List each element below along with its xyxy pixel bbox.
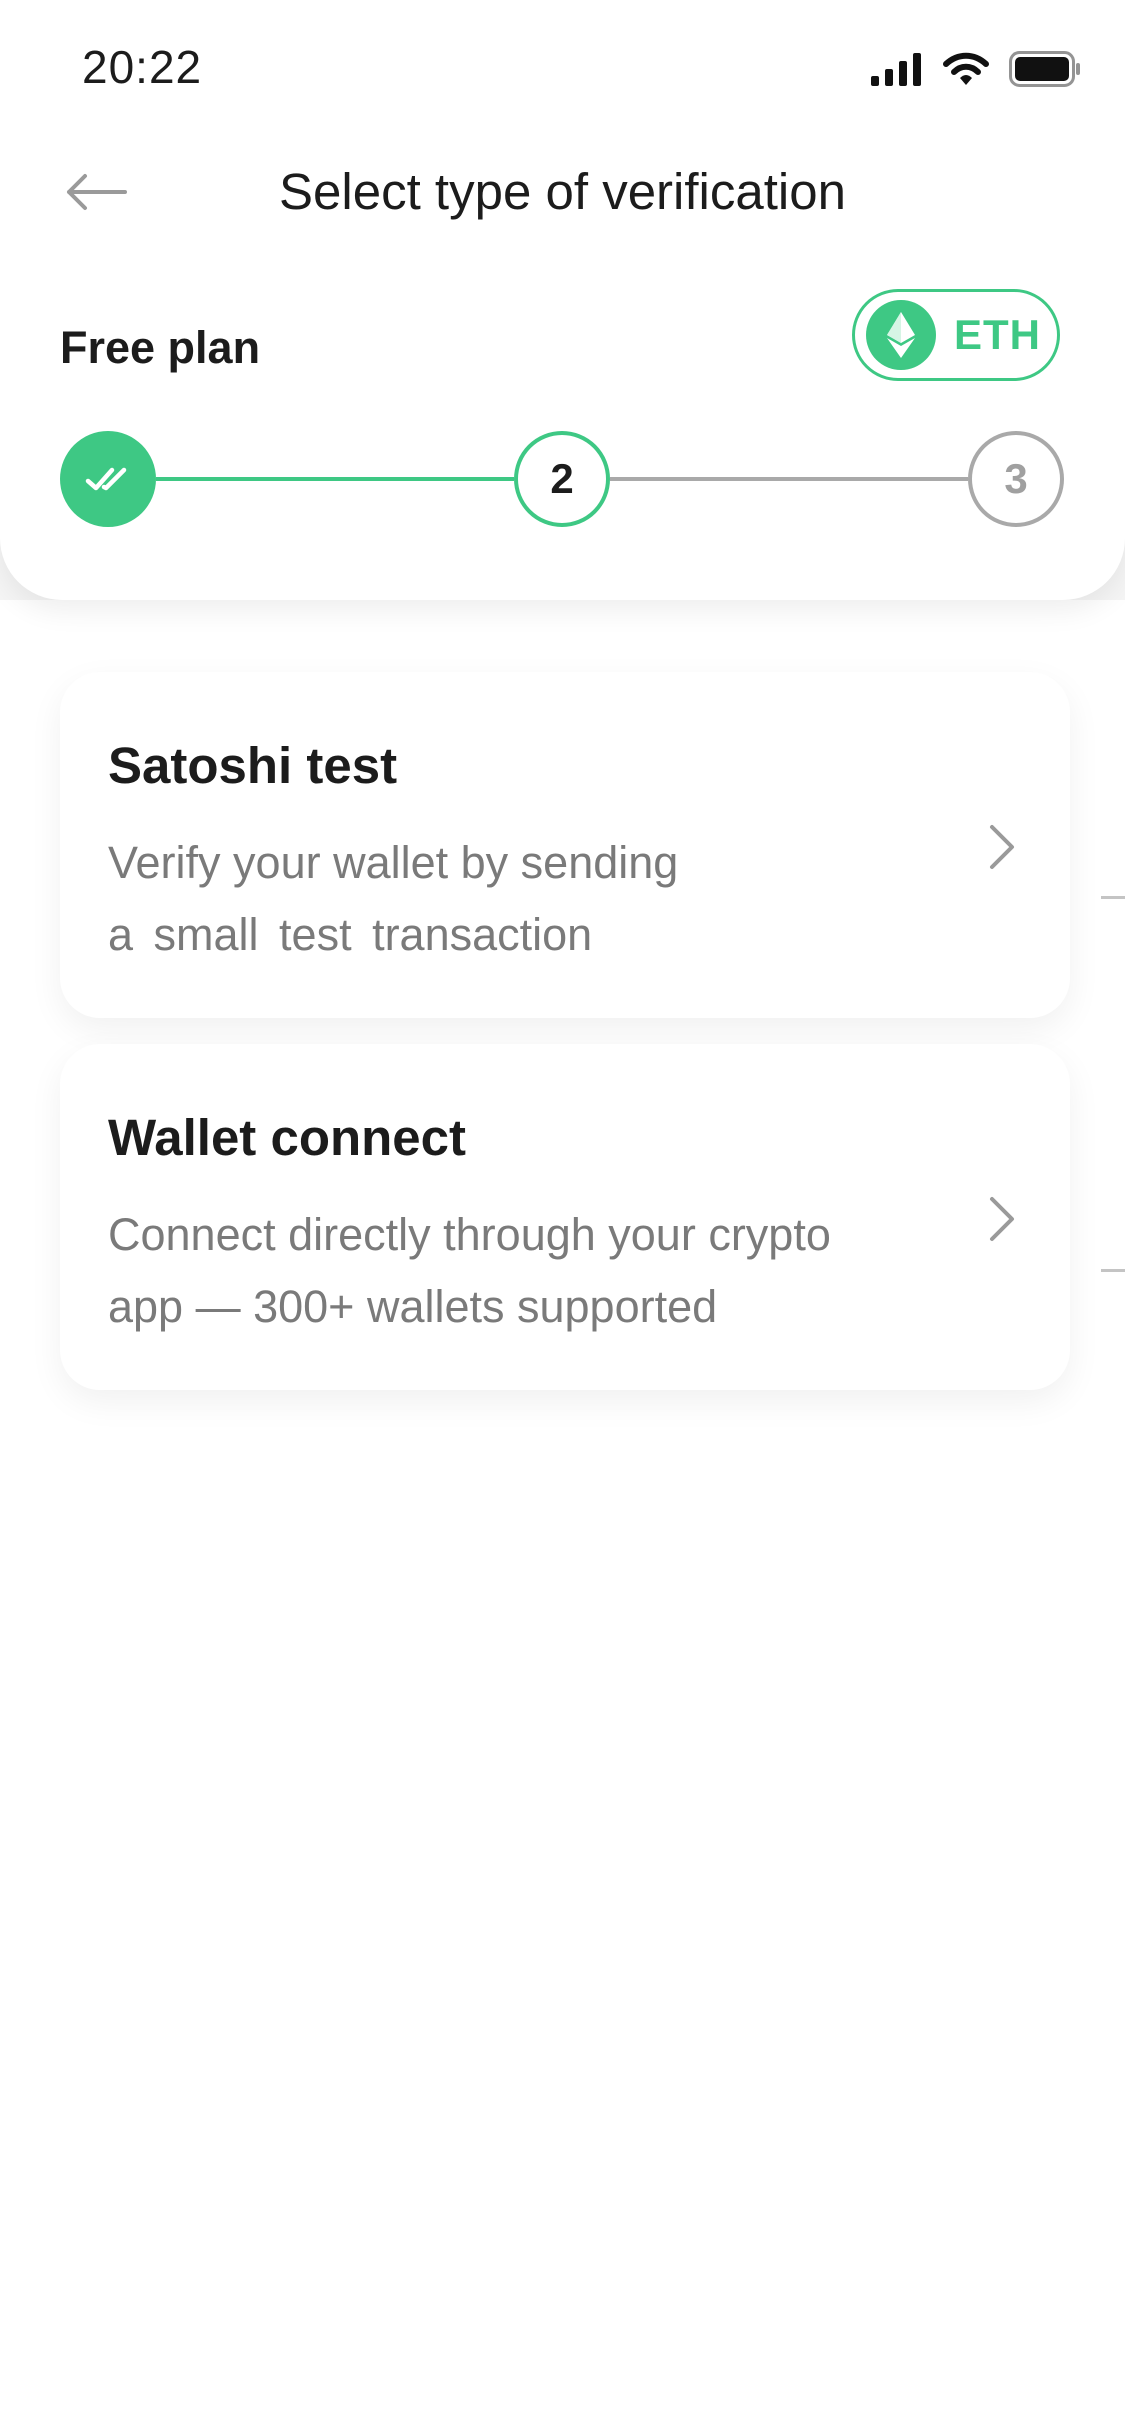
status-time: 20:22 [82, 41, 203, 93]
currency-label: ETH [954, 311, 1041, 358]
option-description-line: a small test transaction [108, 909, 593, 960]
plan-label: Free plan [60, 322, 261, 373]
wifi-icon [943, 52, 989, 85]
option-card-wallet-connect[interactable]: Wallet connect Connect directly through … [60, 1044, 1070, 1390]
option-description: Verify your wallet by sending a small te… [108, 827, 928, 971]
double-check-icon [85, 467, 127, 491]
status-icons [871, 48, 1081, 90]
header-panel: 20:22 Select type of verification Free p… [0, 0, 1125, 600]
signal-icon [871, 53, 921, 86]
battery-icon [1009, 51, 1080, 87]
page-title: Select type of verification [279, 163, 846, 220]
progress-line-completed [156, 477, 514, 481]
progress-line-pending [610, 477, 968, 481]
option-description: Connect directly through your crypto app… [108, 1199, 928, 1343]
step-2-current: 2 [514, 431, 610, 527]
ethereum-icon [866, 300, 936, 370]
chevron-right-icon [990, 1197, 1014, 1241]
option-description-line: Connect directly through your crypto [108, 1209, 831, 1260]
option-title: Satoshi test [108, 737, 398, 794]
step-1-complete [60, 431, 156, 527]
edge-divider [1101, 1269, 1125, 1272]
option-title: Wallet connect [108, 1109, 466, 1166]
option-description-line: Verify your wallet by sending [108, 837, 679, 888]
option-description-line: app — 300+ wallets supported [108, 1281, 718, 1332]
edge-divider [1101, 896, 1125, 899]
step-3-pending: 3 [968, 431, 1064, 527]
currency-badge[interactable]: ETH [852, 289, 1060, 381]
option-card-satoshi-test[interactable]: Satoshi test Verify your wallet by sendi… [60, 672, 1070, 1018]
chevron-right-icon [990, 825, 1014, 869]
